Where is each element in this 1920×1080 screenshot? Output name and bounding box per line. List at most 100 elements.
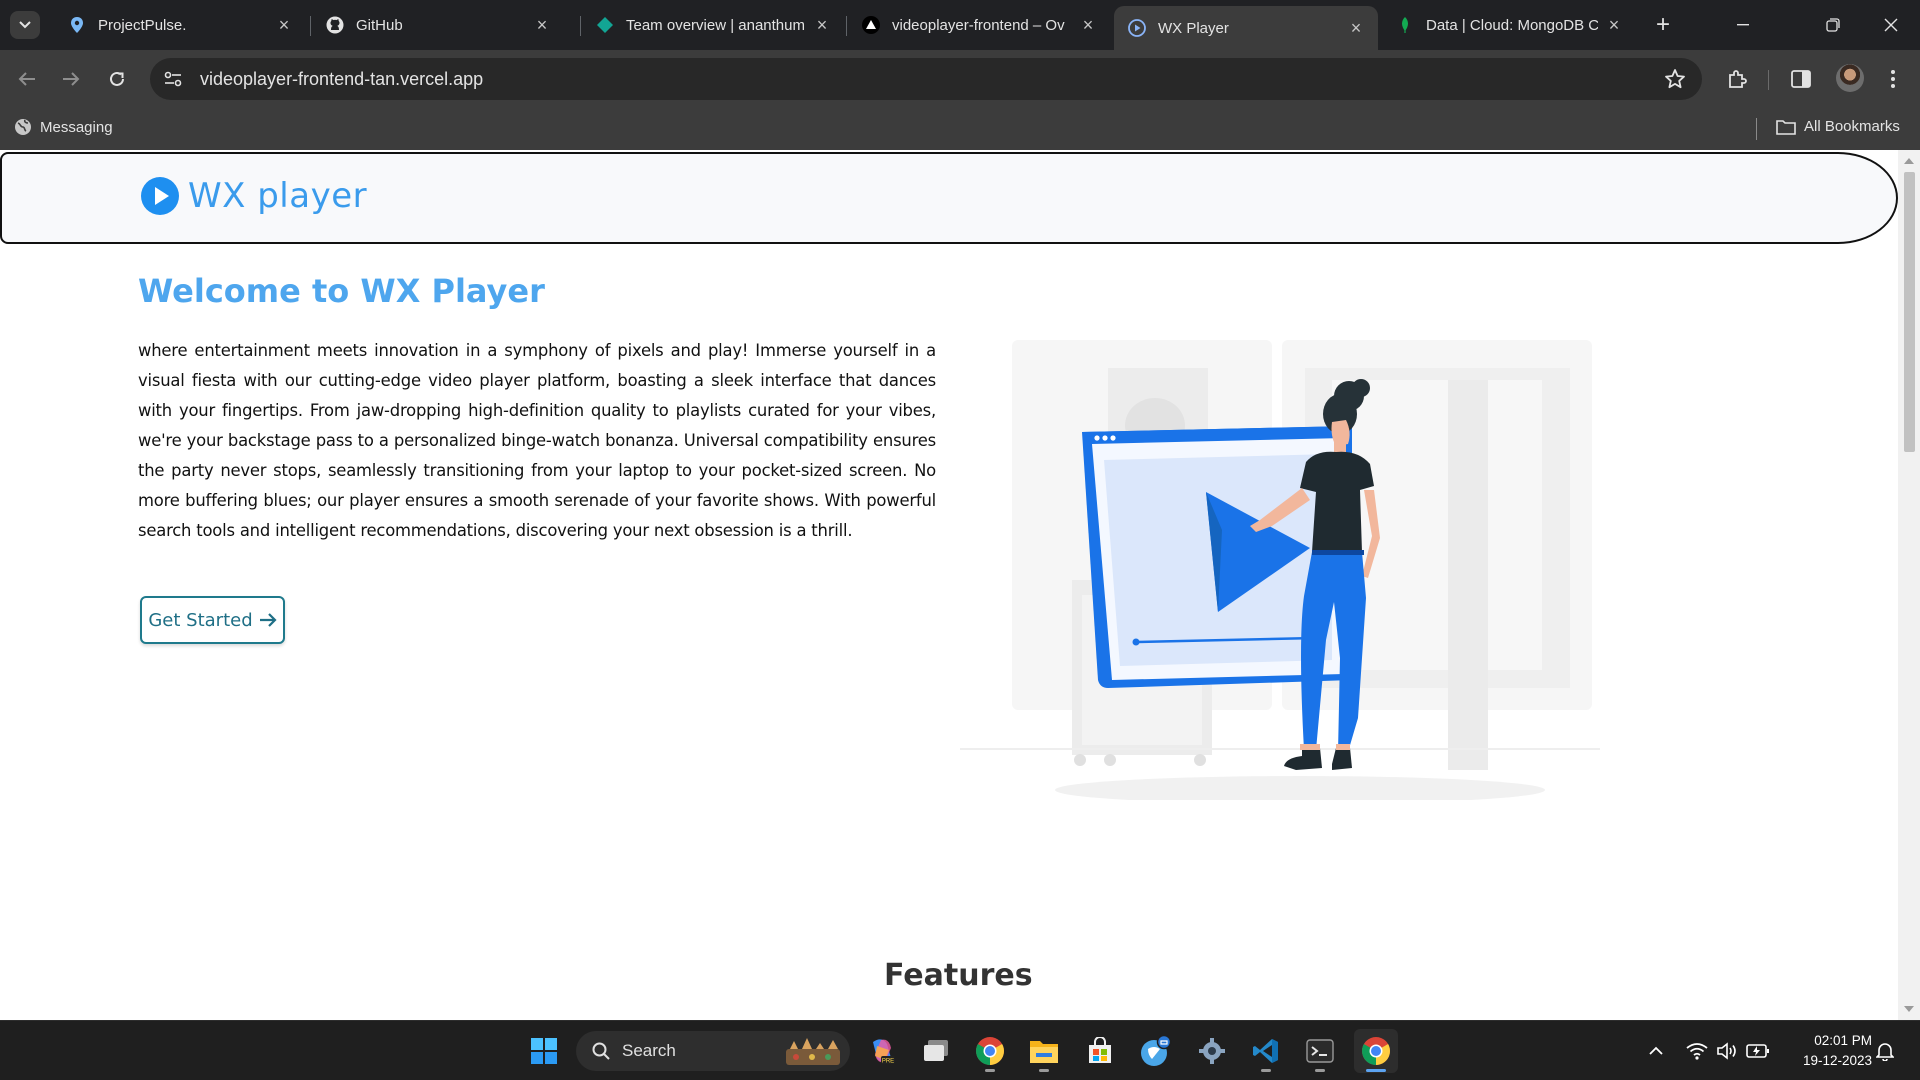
all-bookmarks-button[interactable]: All Bookmarks	[1776, 118, 1900, 135]
vscode-app[interactable]	[1244, 1029, 1288, 1073]
scroll-up-arrow[interactable]	[1904, 158, 1914, 164]
tab-search-button[interactable]	[10, 11, 40, 39]
minimize-button[interactable]	[1720, 10, 1766, 40]
chevron-down-icon	[19, 21, 31, 29]
windows-taskbar: Search PRE 02:01 PM 19-12-2023	[0, 1020, 1920, 1080]
wifi-status[interactable]	[1686, 1021, 1708, 1080]
features-heading: Features	[884, 958, 1033, 993]
task-view-app[interactable]	[914, 1029, 958, 1073]
close-icon[interactable]: ×	[532, 15, 552, 35]
diamond-icon	[596, 16, 614, 34]
search-highlight-icon	[786, 1038, 840, 1065]
tab-vercel[interactable]: videoplayer-frontend – Ov ×	[848, 6, 1114, 44]
chevron-up-icon	[1649, 1046, 1663, 1055]
wifi-icon	[1686, 1043, 1708, 1060]
address-bar[interactable]: videoplayer-frontend-tan.vercel.app	[150, 58, 1702, 100]
close-icon[interactable]: ×	[1604, 15, 1624, 35]
mongodb-leaf-icon	[1396, 16, 1414, 34]
zulip-app[interactable]	[1134, 1029, 1178, 1073]
close-window-button[interactable]	[1868, 10, 1914, 40]
terminal-app[interactable]	[1298, 1029, 1342, 1073]
windows-logo-icon	[531, 1038, 557, 1064]
profile-avatar[interactable]	[1836, 64, 1864, 92]
reload-button[interactable]	[102, 64, 132, 94]
scroll-thumb[interactable]	[1904, 172, 1915, 452]
close-icon[interactable]: ×	[274, 15, 294, 35]
toolbar-divider	[1768, 70, 1769, 90]
site-info-button[interactable]	[156, 62, 190, 96]
folder-icon	[1776, 119, 1796, 135]
chrome-icon	[976, 1037, 1004, 1065]
running-indicator	[1261, 1069, 1271, 1072]
chat-badge-icon	[1141, 1035, 1172, 1066]
close-icon[interactable]: ×	[1078, 15, 1098, 35]
close-icon[interactable]: ×	[1346, 18, 1366, 38]
new-tab-button[interactable]: +	[1650, 11, 1676, 38]
battery-status[interactable]	[1746, 1021, 1770, 1080]
settings-app[interactable]	[1190, 1029, 1234, 1073]
tab-projectpulse[interactable]: ProjectPulse. ×	[54, 6, 306, 44]
start-button[interactable]	[522, 1029, 566, 1073]
hero-illustration	[960, 340, 1600, 800]
brand-name: WX player	[188, 176, 368, 216]
brand-logo[interactable]: WX player	[140, 176, 367, 216]
tab-github[interactable]: GitHub ×	[312, 6, 564, 44]
site-header: WX player	[0, 152, 1898, 244]
running-indicator	[1039, 1069, 1049, 1072]
bookmarks-bar: Messaging All Bookmarks	[0, 108, 1920, 150]
bookmark-messaging[interactable]: Messaging	[14, 118, 113, 136]
tab-separator	[846, 16, 847, 36]
get-started-button[interactable]: Get Started	[140, 596, 285, 644]
tab-title: Data | Cloud: MongoDB Cl	[1426, 16, 1598, 34]
clock-time: 02:01 PM	[1814, 1033, 1872, 1048]
play-circle-icon	[141, 177, 179, 215]
tab-strip: ProjectPulse. × GitHub × Team overview |…	[0, 0, 1920, 50]
forward-button[interactable]	[56, 64, 86, 94]
bg-curtain	[1448, 380, 1488, 770]
tab-title: ProjectPulse.	[98, 16, 187, 34]
window-dot	[1102, 435, 1108, 441]
search-label: Search	[622, 1041, 676, 1060]
file-explorer-app[interactable]	[1022, 1029, 1066, 1073]
minimize-icon	[1737, 24, 1749, 26]
more-menu-icon[interactable]	[1880, 66, 1906, 92]
bell-icon	[1876, 1043, 1894, 1061]
globe-icon	[15, 119, 31, 135]
folder-icon	[1030, 1041, 1058, 1063]
browser-toolbar: videoplayer-frontend-tan.vercel.app	[0, 50, 1920, 108]
running-indicator	[1315, 1069, 1325, 1072]
tab-wx-player[interactable]: WX Player ×	[1114, 6, 1378, 50]
tab-title: Team overview | ananthum	[626, 16, 805, 34]
side-panel-icon[interactable]	[1788, 66, 1814, 92]
running-indicator	[1366, 1069, 1386, 1072]
chrome-active-app[interactable]	[1354, 1029, 1398, 1073]
restore-button[interactable]	[1810, 10, 1856, 40]
copilot-app[interactable]: PRE	[860, 1029, 904, 1073]
extensions-icon[interactable]	[1724, 66, 1750, 92]
tab-team-overview[interactable]: Team overview | ananthum ×	[582, 6, 846, 44]
page-scrollbar[interactable]	[1898, 150, 1920, 1020]
clock-date: 19-12-2023	[1802, 1053, 1872, 1068]
arrow-right-icon	[259, 613, 277, 627]
gear-icon	[1199, 1038, 1225, 1064]
notifications-button[interactable]	[1876, 1021, 1894, 1080]
tray-overflow-button[interactable]	[1648, 1021, 1664, 1080]
arrow-right-icon	[63, 72, 80, 86]
url-text[interactable]: videoplayer-frontend-tan.vercel.app	[200, 69, 483, 90]
system-clock[interactable]: 02:01 PM 19-12-2023	[1778, 1031, 1872, 1071]
reload-icon	[110, 71, 124, 86]
scroll-down-arrow[interactable]	[1904, 1006, 1914, 1012]
tab-mongodb[interactable]: Data | Cloud: MongoDB Cl ×	[1382, 6, 1636, 44]
back-button[interactable]	[12, 64, 42, 94]
chrome-app[interactable]	[968, 1029, 1012, 1073]
task-view-icon	[924, 1040, 948, 1061]
close-icon[interactable]: ×	[812, 15, 832, 35]
speaker-icon	[1717, 1042, 1736, 1060]
volume-status[interactable]	[1716, 1021, 1738, 1080]
taskbar-search[interactable]: Search	[576, 1031, 850, 1071]
microsoft-store-app[interactable]	[1078, 1029, 1122, 1073]
bg-wheel	[1104, 754, 1116, 766]
hair-bun	[1352, 379, 1370, 397]
bookmark-star-icon[interactable]	[1664, 68, 1686, 95]
ankle	[1300, 744, 1320, 750]
